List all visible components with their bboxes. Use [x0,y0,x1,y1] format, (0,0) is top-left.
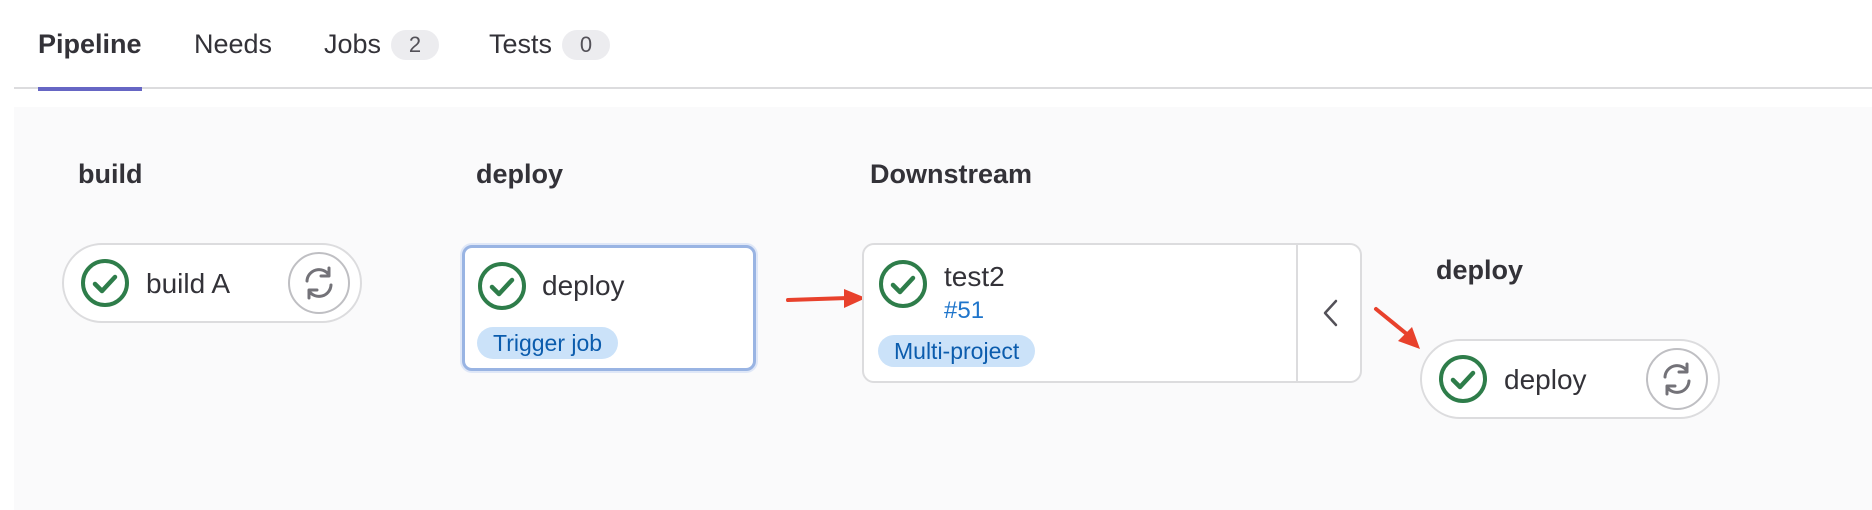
retry-button[interactable] [1646,348,1708,410]
downstream-pipeline-card: test2 #51 Multi-project [862,243,1362,383]
stage-title-deploy: deploy [476,159,564,189]
multi-project-badge: Multi-project [878,335,1036,367]
tab-pipeline-label: Pipeline [38,29,142,59]
retry-icon [1663,362,1691,396]
pipeline-tabs: Pipeline Needs Jobs 2 Tests 0 [14,0,1872,91]
retry-button[interactable] [288,252,350,314]
downstream-pipeline-id[interactable]: #51 [944,299,984,323]
retry-icon [305,266,333,300]
downstream-stage-title-deploy: deploy [1436,255,1524,285]
tab-pipeline[interactable]: Pipeline [38,0,142,91]
tab-tests[interactable]: Tests 0 [489,0,611,89]
downstream-project-name: test2 [944,261,1005,292]
collapse-downstream-button[interactable] [1296,245,1360,381]
stage-title-build: build [78,159,143,189]
pipeline-graph: build build A deploy deploy Trigger job [14,107,1872,510]
tests-count-badge: 0 [562,29,611,60]
chevron-left-icon [1323,299,1338,327]
success-icon [81,259,129,307]
jobs-count-badge: 2 [391,29,440,60]
stage-title-downstream: Downstream [870,159,1033,189]
success-icon [478,262,526,310]
downstream-job-deploy[interactable]: deploy [1420,339,1720,419]
success-icon [879,260,927,308]
tab-tests-label: Tests [489,29,553,59]
downstream-pipeline-link[interactable]: test2 #51 Multi-project [864,245,1296,381]
job-name: build A [146,268,231,299]
job-build-a[interactable]: build A [62,243,362,323]
arrow-icon [786,289,866,308]
arrow-icon [1374,307,1420,349]
job-deploy-trigger[interactable]: deploy Trigger job [462,245,756,371]
job-name: deploy [542,270,625,301]
tab-jobs[interactable]: Jobs 2 [324,0,440,89]
trigger-job-badge: Trigger job [477,327,619,359]
tab-needs[interactable]: Needs [194,0,272,89]
success-icon [1439,355,1487,403]
tab-needs-label: Needs [194,29,273,59]
tab-jobs-label: Jobs [324,29,382,59]
job-name: deploy [1504,364,1587,395]
